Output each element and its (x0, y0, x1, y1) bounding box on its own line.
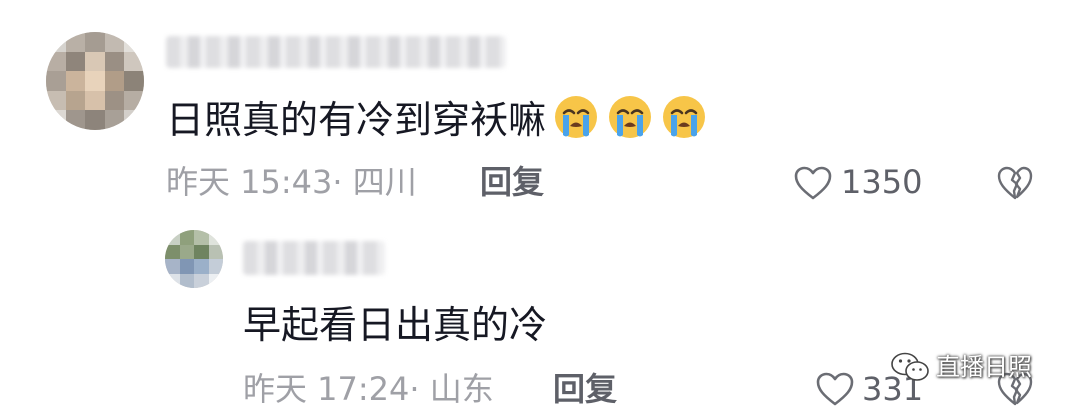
broken-heart-icon[interactable] (996, 165, 1034, 201)
reply-meta: 昨天 17:24· 山东 (243, 370, 494, 408)
watermark-text: 直播日照 (936, 353, 1032, 381)
comment-meta: 昨天 15:43· 四川 (166, 163, 417, 201)
replier-username-blurred[interactable] (243, 241, 385, 275)
commenter-avatar[interactable] (46, 32, 144, 130)
reply-button[interactable]: 回复 (553, 369, 617, 409)
watermark: 直播日照 (890, 350, 1032, 384)
commenter-username-blurred[interactable] (166, 36, 506, 68)
loudly-crying-face-icon (555, 96, 598, 138)
loudly-crying-face-icon (609, 96, 652, 138)
heart-icon[interactable] (815, 371, 855, 407)
like-count: 1350 (841, 163, 923, 201)
wechat-official-account-icon (891, 352, 929, 381)
reply-button[interactable]: 回复 (480, 162, 544, 202)
loudly-crying-face-icon (663, 96, 706, 138)
comment-text: 日照真的有冷到穿袄嘛 (166, 93, 708, 143)
heart-icon[interactable] (793, 165, 833, 201)
replier-avatar[interactable] (165, 230, 223, 288)
comment-text-content: 日照真的有冷到穿袄嘛 (166, 98, 547, 142)
reply-text: 早起看日出真的冷 (243, 303, 548, 347)
